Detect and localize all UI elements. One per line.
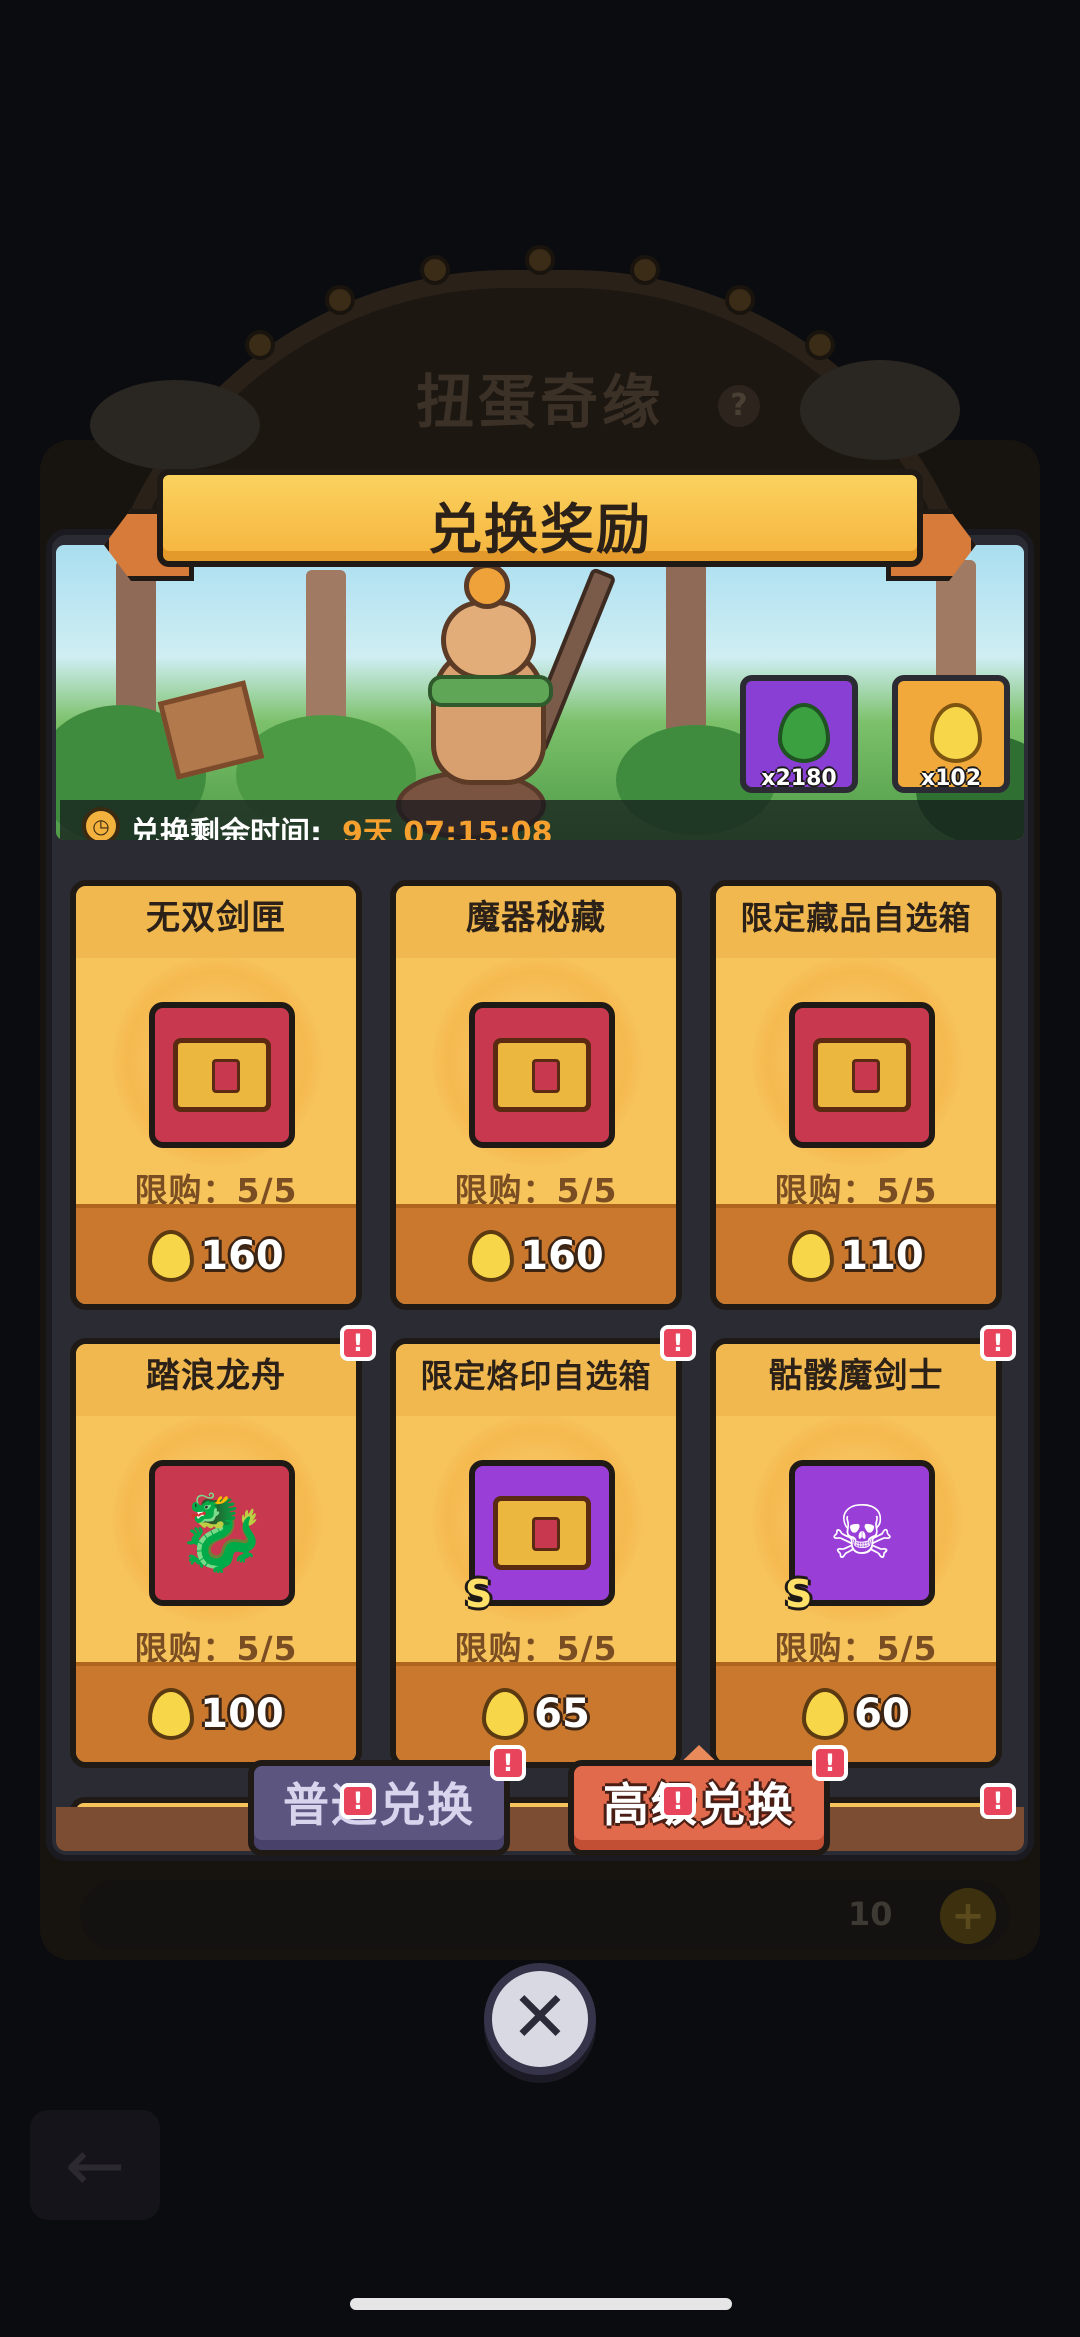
gold-seed-icon [930, 703, 982, 763]
price-button[interactable]: 160 [396, 1204, 676, 1304]
price-button[interactable]: 65 [396, 1662, 676, 1762]
home-indicator[interactable] [350, 2298, 732, 2310]
tab-normal-exchange[interactable]: 普通兑换 [248, 1760, 510, 1856]
item-card[interactable]: 魔器秘藏 限购：5/5 160 [390, 880, 682, 1310]
gold-currency-count: x102 [920, 766, 982, 791]
price-value: 100 [200, 1691, 284, 1737]
item-card[interactable]: 无双剑匣 限购：5/5 160 [70, 880, 362, 1310]
price-button[interactable]: 110 [716, 1204, 996, 1304]
item-title: 踏浪龙舟 [76, 1344, 356, 1416]
item-card[interactable]: 踏浪龙舟 🐉 限购：5/5 100 [70, 1338, 362, 1768]
timer-value: 9天 07:15:08 [342, 816, 553, 840]
arch-light [525, 245, 555, 275]
price-button[interactable]: 60 [716, 1662, 996, 1762]
price-value: 160 [520, 1233, 604, 1279]
back-arrow-icon: ← [30, 2110, 160, 2220]
chest-icon [813, 1038, 911, 1112]
item-title: 限定烙印自选箱 [396, 1344, 676, 1416]
timer-bar: ◷ 兑换剩余时间: 9天 07:15:08 [60, 800, 1024, 840]
stopwatch-icon: ◷ [82, 807, 120, 840]
notification-badge: ! [980, 1783, 1016, 1819]
tab-advanced-exchange[interactable]: 高级兑换 [568, 1760, 830, 1856]
notification-badge: ! [340, 1783, 376, 1819]
price-value: 160 [200, 1233, 284, 1279]
close-button[interactable]: ✕ [484, 1963, 596, 2075]
gold-seed-icon [802, 1688, 849, 1740]
item-box: 🐉 [149, 1460, 295, 1606]
notification-badge: ! [340, 1325, 376, 1361]
item-card[interactable]: 骷髅魔剑士 ☠ S 限购：5/5 60 [710, 1338, 1002, 1768]
chest-icon [173, 1038, 271, 1112]
modal-title: 兑换奖励 [428, 498, 652, 561]
help-icon: ? [718, 385, 760, 427]
item-title: 无双剑匣 [76, 886, 356, 958]
item-box: S [465, 1460, 615, 1616]
rank-badge: S [465, 1572, 493, 1616]
arch-light [725, 285, 755, 315]
arch-light [420, 255, 450, 285]
timer-label: 兑换剩余时间: [130, 816, 322, 840]
background-title: 扭蛋奇缘 [415, 368, 664, 436]
item-box [469, 1002, 615, 1148]
notification-badge: ! [980, 1325, 1016, 1361]
rank-badge: S [785, 1572, 813, 1616]
gold-seed-icon [788, 1230, 835, 1282]
gold-seed-icon [468, 1230, 515, 1282]
item-box [789, 1002, 935, 1148]
capybara-scarf [428, 675, 553, 707]
capybara-head [441, 600, 536, 680]
chest-icon [493, 1038, 591, 1112]
gold-seed-icon [148, 1230, 195, 1282]
banner-scene: x2180 x102 ◷ 兑换剩余时间: 9天 07:15:08 [56, 545, 1024, 840]
arch-light [630, 255, 660, 285]
exchange-modal: x2180 x102 ◷ 兑换剩余时间: 9天 07:15:08 兑换奖励 无双… [52, 469, 1028, 1855]
item-card[interactable]: 限定藏品自选箱 限购：5/5 110 [710, 880, 1002, 1310]
title-ribbon: 兑换奖励 [104, 469, 976, 581]
skull-chest-icon [493, 1496, 591, 1570]
price-value: 60 [854, 1691, 910, 1737]
item-box [149, 1002, 295, 1148]
price-value: 110 [840, 1233, 924, 1279]
add-icon: + [940, 1888, 996, 1944]
notification-badge: ! [660, 1325, 696, 1361]
item-box: ☠ S [785, 1460, 935, 1616]
price-button[interactable]: 100 [76, 1662, 356, 1762]
price-button[interactable]: 160 [76, 1204, 356, 1304]
ribbon-main: 兑换奖励 [157, 469, 923, 567]
arch-light [325, 285, 355, 315]
green-seed-icon [778, 703, 830, 763]
bottom-strip [56, 1807, 1024, 1851]
gold-seed-icon [482, 1688, 529, 1740]
skeleton-knight-icon: ☠ [828, 1490, 896, 1576]
item-title: 魔器秘藏 [396, 886, 676, 958]
dragon-boat-icon: 🐉 [175, 1490, 269, 1576]
close-icon: ✕ [510, 1976, 570, 2058]
item-title: 骷髅魔剑士 [716, 1344, 996, 1416]
price-value: 65 [534, 1691, 590, 1737]
item-card[interactable]: 限定烙印自选箱 S 限购：5/5 65 [390, 1338, 682, 1768]
green-currency[interactable]: x2180 [740, 675, 858, 793]
notification-badge: ! [660, 1783, 696, 1819]
item-title: 限定藏品自选箱 [716, 886, 996, 958]
background-coin-count: 10 [848, 1895, 893, 1933]
gold-currency[interactable]: x102 [892, 675, 1010, 793]
gold-seed-icon [148, 1688, 195, 1740]
green-currency-count: x2180 [761, 766, 837, 791]
